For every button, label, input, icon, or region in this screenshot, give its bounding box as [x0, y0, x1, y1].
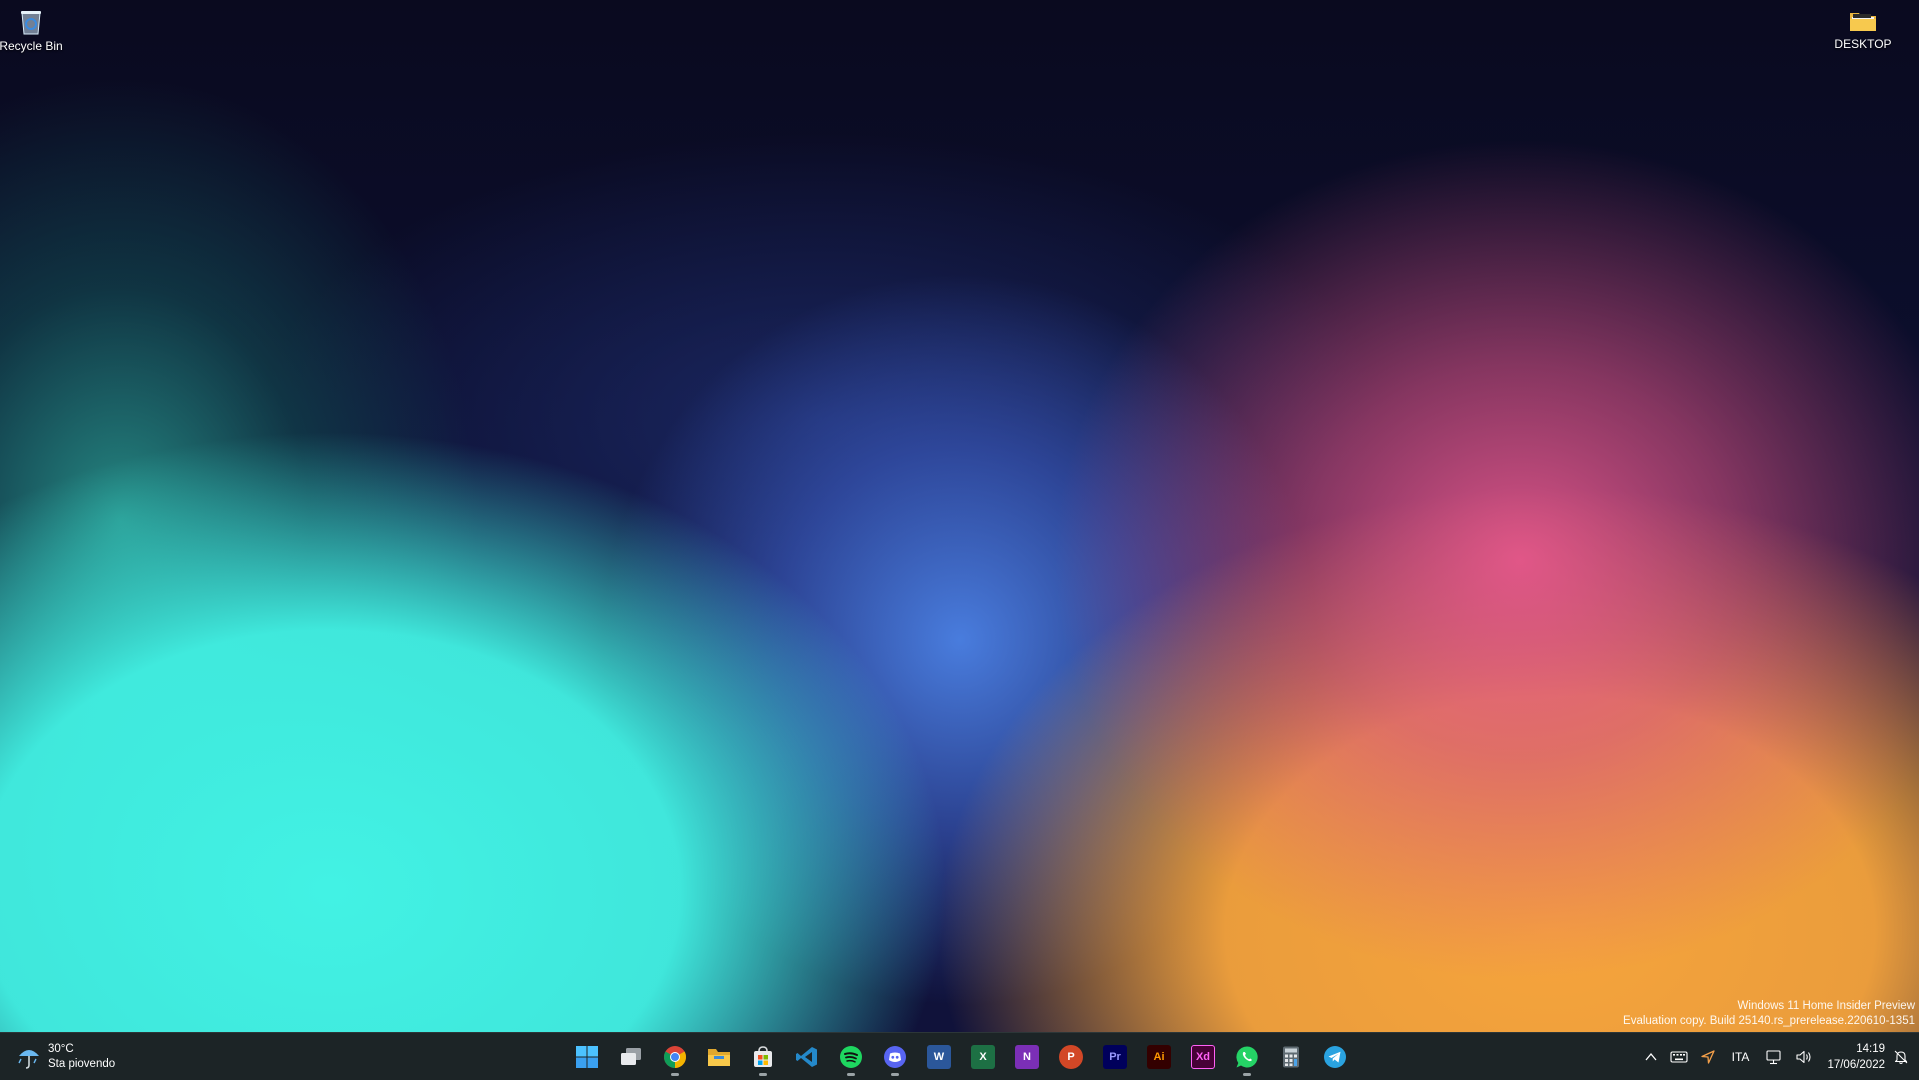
- folder-icon: [1850, 13, 1876, 31]
- taskbar-spotify-button[interactable]: [831, 1037, 871, 1077]
- clock-time: 14:19: [1856, 1043, 1885, 1055]
- desktop-icon-desktop-folder[interactable]: DESKTOP: [1821, 8, 1905, 51]
- recycle-bin-icon: [21, 11, 41, 35]
- vscode-icon: [796, 1047, 817, 1067]
- xd-icon: Xd: [1191, 1045, 1215, 1069]
- onenote-icon: N: [1015, 1045, 1039, 1069]
- system-tray: ITA 14:19 17/06/2022: [1638, 1033, 1919, 1081]
- taskbar-whatsapp-button[interactable]: [1227, 1037, 1267, 1077]
- running-indicator: [671, 1073, 679, 1076]
- weather-temperature: 30°C: [48, 1043, 74, 1055]
- running-indicator: [891, 1073, 899, 1076]
- calculator-icon: [1283, 1046, 1299, 1068]
- taskbar-task-view-button[interactable]: [611, 1037, 651, 1077]
- location-arrow-icon: [1701, 1050, 1715, 1064]
- telegram-icon: [1324, 1046, 1346, 1068]
- taskbar-vscode-button[interactable]: [787, 1037, 827, 1077]
- notifications-button[interactable]: [1889, 1037, 1919, 1077]
- touch-keyboard-button[interactable]: [1664, 1037, 1694, 1077]
- weather-widget[interactable]: 30°C Sta piovendo: [16, 1039, 115, 1075]
- premiere-icon: Pr: [1103, 1045, 1127, 1069]
- taskbar-illustrator-button[interactable]: Ai: [1139, 1037, 1179, 1077]
- windows-start-icon: [576, 1046, 598, 1068]
- taskbar-store-button[interactable]: [743, 1037, 783, 1077]
- spotify-icon: [840, 1046, 862, 1068]
- taskbar-onenote-button[interactable]: N: [1007, 1037, 1047, 1077]
- network-button[interactable]: [1759, 1037, 1789, 1077]
- network-ethernet-icon: [1766, 1050, 1781, 1065]
- speaker-icon: [1796, 1050, 1811, 1064]
- location-indicator[interactable]: [1694, 1037, 1722, 1077]
- evaluation-watermark: Windows 11 Home Insider Preview Evaluati…: [1623, 999, 1915, 1029]
- taskbar-calculator-button[interactable]: [1271, 1037, 1311, 1077]
- desktop-wallpaper: Recycle Bin DESKTOP Windows 11 Home Insi…: [0, 0, 1919, 1032]
- taskbar-chrome-button[interactable]: [655, 1037, 695, 1077]
- watermark-line-2: Evaluation copy. Build 25140.rs_prerelea…: [1623, 1015, 1915, 1027]
- taskbar-powerpoint-button[interactable]: P: [1051, 1037, 1091, 1077]
- watermark-line-1: Windows 11 Home Insider Preview: [1737, 1000, 1915, 1012]
- desktop-icon-label: DESKTOP: [1834, 37, 1892, 51]
- illustrator-icon: Ai: [1147, 1045, 1171, 1069]
- chevron-up-icon: [1645, 1052, 1657, 1061]
- whatsapp-icon: [1236, 1046, 1258, 1068]
- taskbar-file-explorer-button[interactable]: [699, 1037, 739, 1077]
- taskbar-telegram-button[interactable]: [1315, 1037, 1355, 1077]
- chrome-icon: [664, 1046, 686, 1068]
- desktop-icon-label: Recycle Bin: [0, 39, 63, 53]
- taskbar-clock[interactable]: 14:19 17/06/2022: [1819, 1041, 1889, 1073]
- excel-icon: X: [971, 1045, 995, 1069]
- keyboard-icon: [1670, 1051, 1688, 1063]
- task-view-icon: [621, 1048, 641, 1065]
- running-indicator: [847, 1073, 855, 1076]
- discord-icon: [884, 1046, 906, 1068]
- input-language-button[interactable]: ITA: [1722, 1037, 1760, 1077]
- clock-date: 17/06/2022: [1827, 1059, 1885, 1071]
- word-icon: W: [927, 1045, 951, 1069]
- notification-bell-icon: [1894, 1050, 1908, 1065]
- taskbar-start-button[interactable]: [567, 1037, 607, 1077]
- file-explorer-icon: [708, 1049, 730, 1066]
- weather-condition: Sta piovendo: [48, 1058, 116, 1070]
- desktop-icon-recycle-bin[interactable]: Recycle Bin: [0, 8, 73, 53]
- volume-button[interactable]: [1789, 1037, 1819, 1077]
- taskbar-word-button[interactable]: W: [919, 1037, 959, 1077]
- taskbar-discord-button[interactable]: [875, 1037, 915, 1077]
- input-language-label: ITA: [1731, 1050, 1750, 1064]
- show-hidden-icons-button[interactable]: [1638, 1037, 1664, 1077]
- store-icon: [754, 1046, 772, 1067]
- umbrella-rain-icon: [18, 1050, 39, 1069]
- taskbar-excel-button[interactable]: X: [963, 1037, 1003, 1077]
- taskbar-xd-button[interactable]: Xd: [1183, 1037, 1223, 1077]
- running-indicator: [1243, 1073, 1251, 1076]
- powerpoint-icon: P: [1059, 1045, 1083, 1069]
- taskbar: 30°C Sta piovendo W X N P Pr Ai Xd ITA 1…: [0, 1032, 1919, 1080]
- running-indicator: [759, 1073, 767, 1076]
- taskbar-premiere-button[interactable]: Pr: [1095, 1037, 1135, 1077]
- taskbar-apps: W X N P Pr Ai Xd: [567, 1037, 1359, 1077]
